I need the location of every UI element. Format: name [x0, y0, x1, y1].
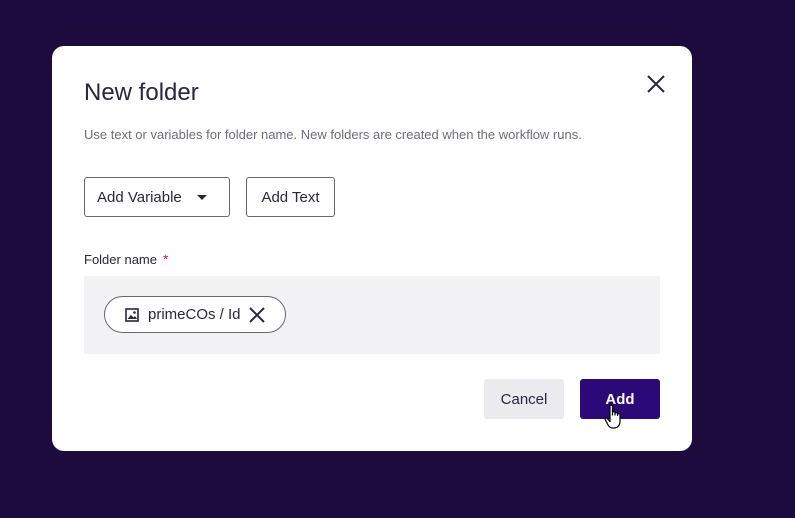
- add-variable-label: Add Variable: [97, 188, 182, 206]
- image-icon: [125, 307, 139, 322]
- caret-down-icon: [196, 194, 208, 201]
- new-folder-dialog: New folder Use text or variables for fol…: [52, 46, 692, 451]
- folder-name-field[interactable]: primeCOs / Id: [84, 276, 660, 354]
- variable-chip[interactable]: primeCOs / Id: [104, 296, 286, 333]
- close-icon: [647, 75, 665, 93]
- add-text-label: Add Text: [261, 188, 320, 206]
- folder-name-label: Folder name *: [84, 251, 168, 267]
- close-button[interactable]: [642, 70, 670, 98]
- dialog-description: Use text or variables for folder name. N…: [84, 127, 582, 142]
- cancel-button[interactable]: Cancel: [484, 379, 564, 419]
- folder-name-label-text: Folder name: [84, 252, 157, 267]
- required-marker: *: [162, 251, 169, 267]
- dialog-title: New folder: [84, 79, 199, 106]
- add-text-button[interactable]: Add Text: [246, 177, 335, 217]
- chip-remove-button[interactable]: [247, 305, 267, 325]
- add-variable-button[interactable]: Add Variable: [84, 177, 230, 217]
- close-icon: [248, 306, 265, 323]
- chip-label: primeCOs / Id: [148, 306, 241, 323]
- add-button[interactable]: Add: [580, 379, 660, 419]
